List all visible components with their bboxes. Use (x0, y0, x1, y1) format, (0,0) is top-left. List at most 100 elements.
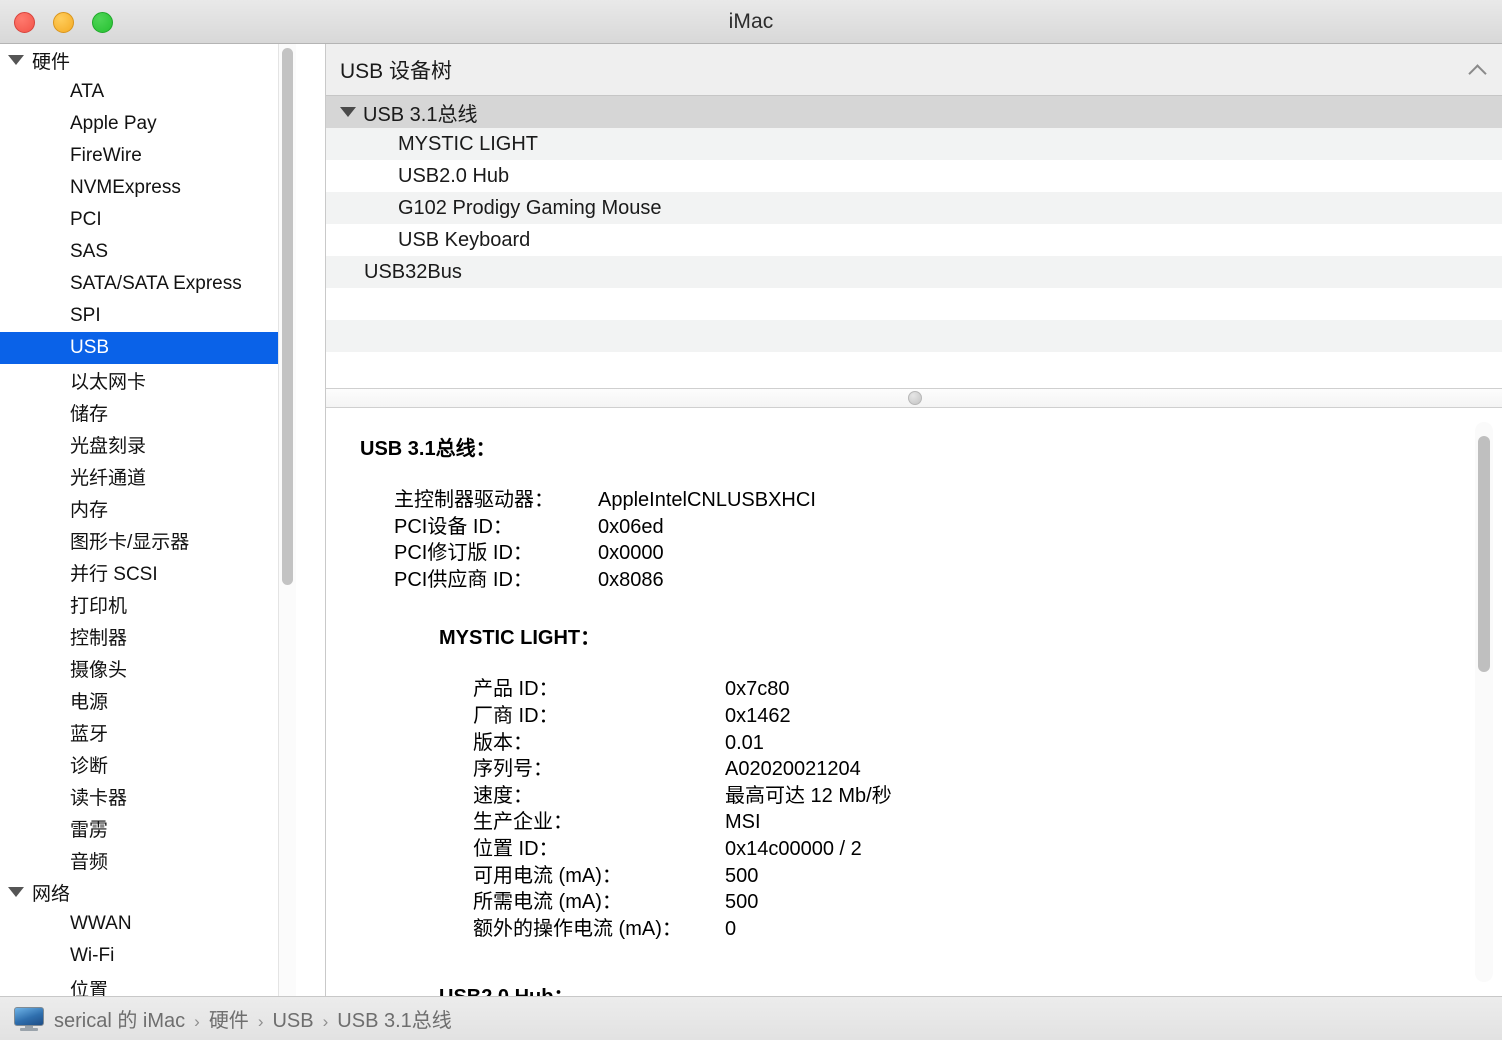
sidebar-item-label: 读卡器 (70, 787, 128, 809)
sidebar-item-23[interactable]: 读卡器 (0, 780, 296, 812)
sidebar-item-18[interactable]: 控制器 (0, 620, 296, 652)
disclosure-triangle-icon[interactable] (8, 55, 24, 65)
sidebar-item-4[interactable]: NVMExpress (0, 172, 296, 204)
sidebar-item-label: 网络 (32, 883, 71, 905)
sidebar-item-27[interactable]: WWAN (0, 908, 296, 940)
sidebar-item-label: 诊断 (70, 755, 109, 777)
detail-bus-title: USB 3.1总线： (360, 438, 496, 460)
sidebar: 硬件 ATA Apple Pay FireWire NVMExpress PCI SAS SA… (0, 44, 296, 996)
usb-tree-row-label: USB 3.1总线 (363, 103, 478, 126)
sidebar-item-3[interactable]: FireWire (0, 140, 296, 172)
breadcrumb-item-0[interactable]: serical 的 iMac (54, 1010, 185, 1032)
detail-value: 0x14c00000 / 2 (725, 837, 862, 860)
sidebar-item-19[interactable]: 摄像头 (0, 652, 296, 684)
sidebar-scrollbar-track[interactable] (278, 44, 296, 996)
usb-tree-row-1[interactable]: MYSTIC LIGHT (326, 128, 1502, 160)
sidebar-item-label: 光盘刻录 (70, 435, 147, 457)
detail-key: 产品 ID： (473, 678, 559, 701)
sidebar-item-1[interactable]: ATA (0, 76, 296, 108)
usb-tree-filler-row (326, 352, 1502, 384)
sidebar-item-label: PCI (70, 209, 102, 230)
sidebar-item-24[interactable]: 雷雳 (0, 812, 296, 844)
detail-key: 序列号： (473, 758, 553, 781)
sidebar-item-10[interactable]: 以太网卡 (0, 364, 296, 396)
breadcrumb-item-1[interactable]: 硬件 (209, 1010, 249, 1032)
usb-tree-row-3[interactable]: G102 Prodigy Gaming Mouse (326, 192, 1502, 224)
sidebar-item-13[interactable]: 光纤通道 (0, 460, 296, 492)
detail-key: 版本： (473, 731, 533, 754)
detail-value: AppleIntelCNLUSBXHCI (598, 489, 816, 511)
detail-row: 主控制器驱动器： AppleIntelCNLUSBXHCI (394, 487, 1456, 514)
usb-device-tree-title: USB 设备树 (340, 59, 453, 83)
sidebar-item-8[interactable]: SPI (0, 300, 296, 332)
detail-key: PCI修订版 ID： (394, 542, 533, 565)
usb-tree-row-5[interactable]: USB32Bus (326, 256, 1502, 288)
detail-bus-properties: 主控制器驱动器： AppleIntelCNLUSBXHCI PCI设备 ID： 0x0… (394, 487, 1456, 593)
sidebar-item-22[interactable]: 诊断 (0, 748, 296, 780)
sidebar-item-15[interactable]: 图形卡/显示器 (0, 524, 296, 556)
sidebar-scrollbar-thumb[interactable] (282, 48, 293, 585)
detail-value: MSI (725, 811, 761, 834)
sidebar-item-7[interactable]: SATA/SATA Express (0, 268, 296, 300)
usb-tree-row-0[interactable]: USB 3.1总线 (326, 96, 1502, 128)
usb-tree-row-label: USB2.0 Hub (398, 164, 510, 187)
detail-key: 可用电流 (mA)： (473, 864, 622, 887)
sidebar-item-label: 电源 (70, 691, 109, 713)
detail-value: 0 (725, 917, 737, 940)
detail-row: PCI修订版 ID： 0x0000 (394, 540, 1456, 567)
detail-key: 额外的操作电流 (mA)： (473, 917, 682, 940)
sidebar-item-14[interactable]: 内存 (0, 492, 296, 524)
usb-tree-row-4[interactable]: USB Keyboard (326, 224, 1502, 256)
disclosure-triangle-icon[interactable] (8, 887, 24, 897)
minimize-button[interactable] (53, 11, 74, 33)
sidebar-item-6[interactable]: SAS (0, 236, 296, 268)
sidebar-item-21[interactable]: 蓝牙 (0, 716, 296, 748)
detail-device1-title: MYSTIC LIGHT： (439, 627, 601, 650)
breadcrumb-item-3[interactable]: USB 3.1总线 (337, 1010, 451, 1032)
sidebar-item-11[interactable]: 储存 (0, 396, 296, 428)
breadcrumb-item-2[interactable]: USB (272, 1010, 313, 1032)
detail-row: PCI设备 ID： 0x06ed (394, 514, 1456, 541)
close-button[interactable] (14, 11, 35, 33)
sidebar-item-16[interactable]: 并行 SCSI (0, 556, 296, 588)
detail-value: 0x0000 (598, 542, 664, 565)
window-title: iMac (728, 9, 774, 33)
sidebar-item-label: SAS (70, 241, 109, 262)
sidebar-item-5[interactable]: PCI (0, 204, 296, 236)
sidebar-item-2[interactable]: Apple Pay (0, 108, 296, 140)
detail-device2-title: USB2.0 Hub： (439, 980, 1456, 996)
sidebar-item-25[interactable]: 音频 (0, 844, 296, 876)
sidebar-item-label: SPI (70, 305, 101, 326)
usb-device-tree-header[interactable]: USB 设备树 (326, 44, 1502, 96)
system-information-window: iMac 硬件 ATA Apple Pay FireWire NVMExpress PCI… (0, 0, 1502, 1040)
sidebar-item-9[interactable]: USB (0, 332, 296, 364)
detail-row: 位置 ID： 0x14c00000 / 2 (473, 836, 1456, 863)
detail-scrollbar-track[interactable] (1475, 422, 1493, 982)
detail-device1-properties: 产品 ID： 0x7c80 厂商 ID： 0x1462 版本： 0.01 序列号： A0202… (473, 676, 1456, 942)
sidebar-item-12[interactable]: 光盘刻录 (0, 428, 296, 460)
sidebar-item-label: 控制器 (70, 627, 128, 649)
detail-scrollbar-thumb[interactable] (1478, 436, 1490, 672)
pane-splitter[interactable] (326, 388, 1502, 408)
sidebar-item-28[interactable]: Wi-Fi (0, 940, 296, 972)
sidebar-item-label: 雷雳 (70, 819, 109, 841)
usb-tree-filler-row (326, 288, 1502, 320)
detail-value: 0x8086 (598, 568, 664, 591)
sidebar-item-20[interactable]: 电源 (0, 684, 296, 716)
detail-row: PCI供应商 ID： 0x8086 (394, 567, 1456, 594)
zoom-button[interactable] (92, 11, 113, 33)
usb-tree-row-label: G102 Prodigy Gaming Mouse (398, 196, 662, 219)
disclosure-triangle-icon[interactable] (340, 107, 356, 117)
chevron-up-icon[interactable] (1469, 60, 1489, 80)
detail-value: 0.01 (725, 731, 764, 754)
usb-tree-row-2[interactable]: USB2.0 Hub (326, 160, 1502, 192)
breadcrumb-bar: serical 的 iMac › 硬件 › USB › USB 3.1总线 (0, 996, 1502, 1040)
sidebar-item-17[interactable]: 打印机 (0, 588, 296, 620)
detail-value: 0x06ed (598, 515, 664, 538)
detail-row: 额外的操作电流 (mA)： 0 (473, 916, 1456, 943)
sidebar-item-26[interactable]: 网络 (0, 876, 296, 908)
splitter-handle[interactable] (907, 391, 922, 405)
sidebar-item-0[interactable]: 硬件 (0, 44, 296, 76)
sidebar-item-label: 蓝牙 (70, 723, 109, 745)
sidebar-item-29[interactable]: 位置 (0, 972, 296, 997)
